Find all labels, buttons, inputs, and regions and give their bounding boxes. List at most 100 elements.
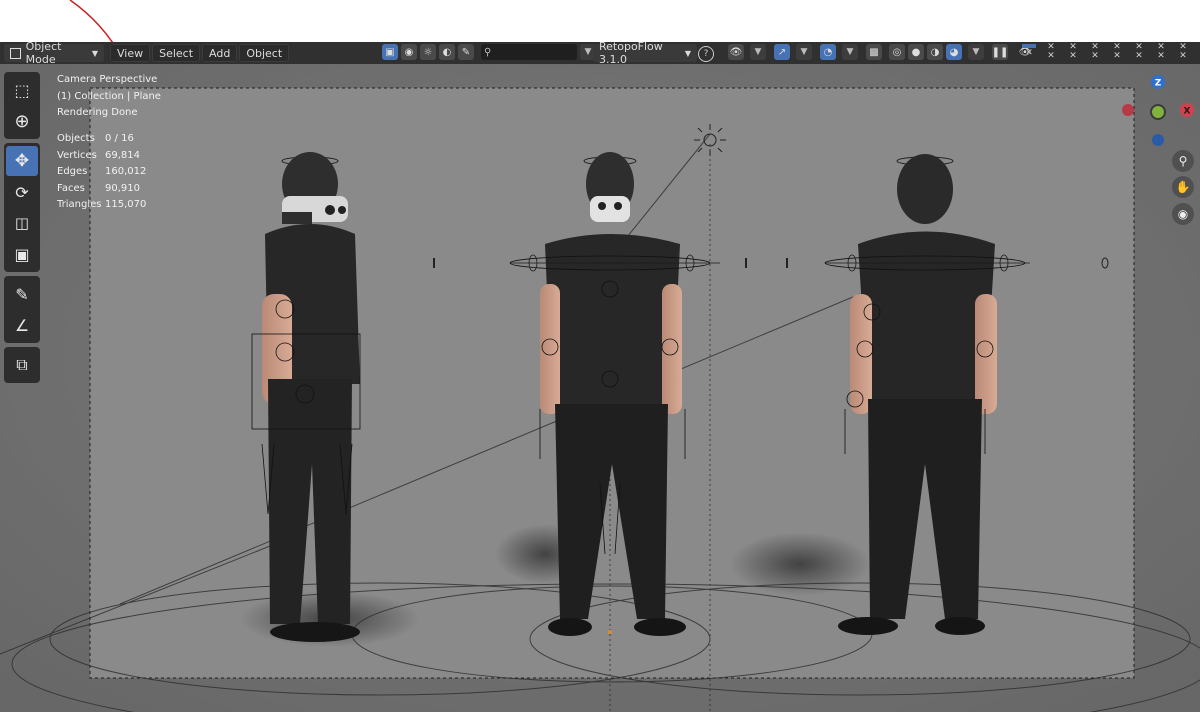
mode-dropdown[interactable]: Object Mode ▼ bbox=[4, 40, 104, 66]
help-icon[interactable]: ? bbox=[698, 46, 714, 62]
select-box-icon: ⬚ bbox=[14, 80, 30, 100]
z-axis-label: Z bbox=[1155, 79, 1162, 89]
toggle-column-icon[interactable]: ✕ ✕ bbox=[1084, 43, 1106, 61]
view-name: Camera Perspective bbox=[57, 74, 158, 85]
menu-select[interactable]: Select bbox=[152, 44, 201, 62]
shading-dropdown[interactable]: ▼ bbox=[968, 44, 984, 60]
viewport-info: Camera Perspective (1) Collection | Plan… bbox=[57, 72, 161, 122]
annotate-icon: ✎ bbox=[15, 284, 29, 304]
collection-info: (1) Collection | Plane bbox=[57, 90, 161, 102]
object-mode-icon bbox=[10, 47, 21, 59]
toggle-column-icon[interactable]: ✕ ✕ bbox=[1106, 43, 1128, 61]
stat-value: 160,012 bbox=[105, 166, 147, 177]
search-icon: ⚲ bbox=[484, 46, 492, 58]
tool-group-select: ⬚ ⊕ bbox=[4, 72, 40, 139]
rotate-icon: ⟳ bbox=[15, 182, 29, 202]
3d-viewport[interactable] bbox=[0, 64, 1200, 712]
gizmo-dropdown[interactable]: ▼ bbox=[796, 44, 812, 60]
add-cube-icon: ⧉ bbox=[16, 355, 28, 374]
stat-value: 115,070 bbox=[105, 199, 147, 210]
x-axis-label: X bbox=[1184, 107, 1191, 117]
selectable-filter-icon[interactable]: ▣ bbox=[382, 44, 398, 60]
select-box-tool[interactable]: ⬚ bbox=[6, 75, 38, 105]
toggle-column-icon[interactable]: ✕ ✕ bbox=[1062, 43, 1084, 61]
toggle-column-icon[interactable]: ✕ ✕ bbox=[1150, 43, 1172, 61]
move-icon: ✥ bbox=[14, 151, 30, 171]
stat-label: Faces bbox=[57, 182, 85, 194]
navigation-gizmo[interactable]: Z X ⚲ ✋ ◉ bbox=[1116, 70, 1200, 230]
chevron-down-icon: ▼ bbox=[91, 48, 98, 58]
tool-shelf: ⬚ ⊕ ✥ ⟳ ◫ ▣ ✎ ∠ ⧉ bbox=[4, 72, 40, 387]
cursor-icon: ⊕ bbox=[14, 110, 30, 132]
tool-group-transform: ✥ ⟳ ◫ ▣ bbox=[4, 143, 40, 272]
toggle-column-icon[interactable]: ✕ ✕ bbox=[1128, 43, 1150, 61]
camera-view-button[interactable]: ◉ bbox=[1172, 203, 1194, 225]
rotate-tool[interactable]: ⟳ bbox=[6, 177, 38, 207]
toggle-column-icon[interactable]: ✕ bbox=[1018, 43, 1040, 61]
filter-tools: ▣ ◉ ☼ ◐ ✎ ⚲ ▼ bbox=[382, 44, 596, 60]
measure-tool[interactable]: ∠ bbox=[6, 310, 38, 340]
eye-filter-icon[interactable]: ◐ bbox=[439, 44, 455, 60]
hand-icon: ✋ bbox=[1175, 180, 1191, 194]
measure-icon: ∠ bbox=[14, 315, 30, 335]
stat-label: Vertices bbox=[57, 149, 97, 161]
camera-icon: ◉ bbox=[1177, 207, 1189, 221]
pause-icon[interactable]: ❚❚ bbox=[992, 44, 1008, 60]
visibility-dropdown[interactable]: ▼ bbox=[750, 44, 766, 60]
annotate-tool[interactable]: ✎ bbox=[6, 279, 38, 309]
toggle-column-icon[interactable]: ✕ ✕ bbox=[1040, 43, 1062, 61]
zoom-icon: ⚲ bbox=[1178, 154, 1188, 168]
viewport-header: Object Mode ▼ View Select Add Object ▣ ◉… bbox=[0, 40, 1200, 66]
zoom-button[interactable]: ⚲ bbox=[1172, 150, 1194, 172]
wireframe-shading-icon[interactable]: ◎ bbox=[889, 44, 905, 60]
light-icon[interactable]: ☼ bbox=[420, 44, 436, 60]
add-cube-tool[interactable]: ⧉ bbox=[6, 350, 38, 380]
menu-object[interactable]: Object bbox=[239, 44, 290, 62]
search-input[interactable]: ⚲ bbox=[481, 44, 577, 60]
stat-row: Objects 0 / 16 bbox=[57, 131, 146, 148]
render-status: Rendering Done bbox=[57, 107, 138, 118]
shading-ball-icon[interactable]: ◉ bbox=[401, 44, 417, 60]
mode-label: Object Mode bbox=[25, 40, 62, 66]
xray-icon[interactable]: ▩ bbox=[866, 44, 882, 60]
pan-button[interactable]: ✋ bbox=[1172, 176, 1194, 198]
menu-add[interactable]: Add bbox=[202, 44, 238, 62]
view-tools: 👁 ▼ ↗ ▼ ◔ ▼ ▩ ◎ ● ◑ ◕ ▼ ❚❚ 👁 bbox=[728, 44, 1036, 60]
scale-tool[interactable]: ◫ bbox=[6, 208, 38, 238]
brush-icon[interactable]: ✎ bbox=[458, 44, 474, 60]
tool-group-add: ⧉ bbox=[4, 347, 40, 383]
gizmo-toggle-icon[interactable]: ↗ bbox=[774, 44, 790, 60]
stat-value: 0 / 16 bbox=[105, 133, 134, 144]
tool-group-annotate: ✎ ∠ bbox=[4, 276, 40, 343]
overlay-dropdown[interactable]: ▼ bbox=[842, 44, 858, 60]
move-tool[interactable]: ✥ bbox=[6, 146, 38, 176]
chevron-down-icon: ▼ bbox=[684, 48, 691, 58]
stat-row: Faces 90,910 bbox=[57, 181, 146, 198]
stat-label: Edges bbox=[57, 166, 88, 177]
menu-view[interactable]: View bbox=[110, 44, 151, 62]
stat-row: Vertices 69,814 bbox=[57, 148, 146, 165]
scene-statistics: Objects 0 / 16 Vertices 69,814 Edges 160,01… bbox=[57, 131, 146, 214]
overlay-toggle-icon[interactable]: ◔ bbox=[820, 44, 836, 60]
scale-icon: ◫ bbox=[14, 214, 30, 232]
stat-label: Objects bbox=[57, 133, 95, 144]
axis-gizmo[interactable]: Z X bbox=[1116, 70, 1200, 150]
retopoflow-label: RetopoFlow 3.1.0 bbox=[599, 40, 663, 66]
stat-label: Triangles bbox=[57, 199, 102, 210]
collection-toggles: ✕ ✕ ✕ ✕ ✕ ✕ ✕ ✕ ✕ ✕ ✕ ✕ ✕ ✕ ✕ bbox=[1018, 43, 1194, 61]
transform-tool[interactable]: ▣ bbox=[6, 239, 38, 269]
stat-row: Triangles 115,070 bbox=[57, 197, 146, 214]
material-shading-icon[interactable]: ◑ bbox=[927, 44, 943, 60]
toggle-column-icon[interactable]: ✕ ✕ bbox=[1172, 43, 1194, 61]
header-menus: View Select Add Object bbox=[110, 44, 291, 62]
stat-row: Edges 160,012 bbox=[57, 164, 146, 181]
visibility-icon[interactable]: 👁 bbox=[728, 44, 744, 60]
retopoflow-dropdown[interactable]: RetopoFlow 3.1.0 ▼ bbox=[593, 40, 697, 66]
stat-value: 69,814 bbox=[105, 149, 140, 161]
solid-shading-icon[interactable]: ● bbox=[908, 44, 924, 60]
transform-icon: ▣ bbox=[14, 244, 30, 264]
rendered-shading-icon[interactable]: ◕ bbox=[946, 44, 962, 60]
scene-render bbox=[0, 64, 1200, 712]
stat-value: 90,910 bbox=[105, 182, 140, 194]
cursor-tool[interactable]: ⊕ bbox=[6, 106, 38, 136]
